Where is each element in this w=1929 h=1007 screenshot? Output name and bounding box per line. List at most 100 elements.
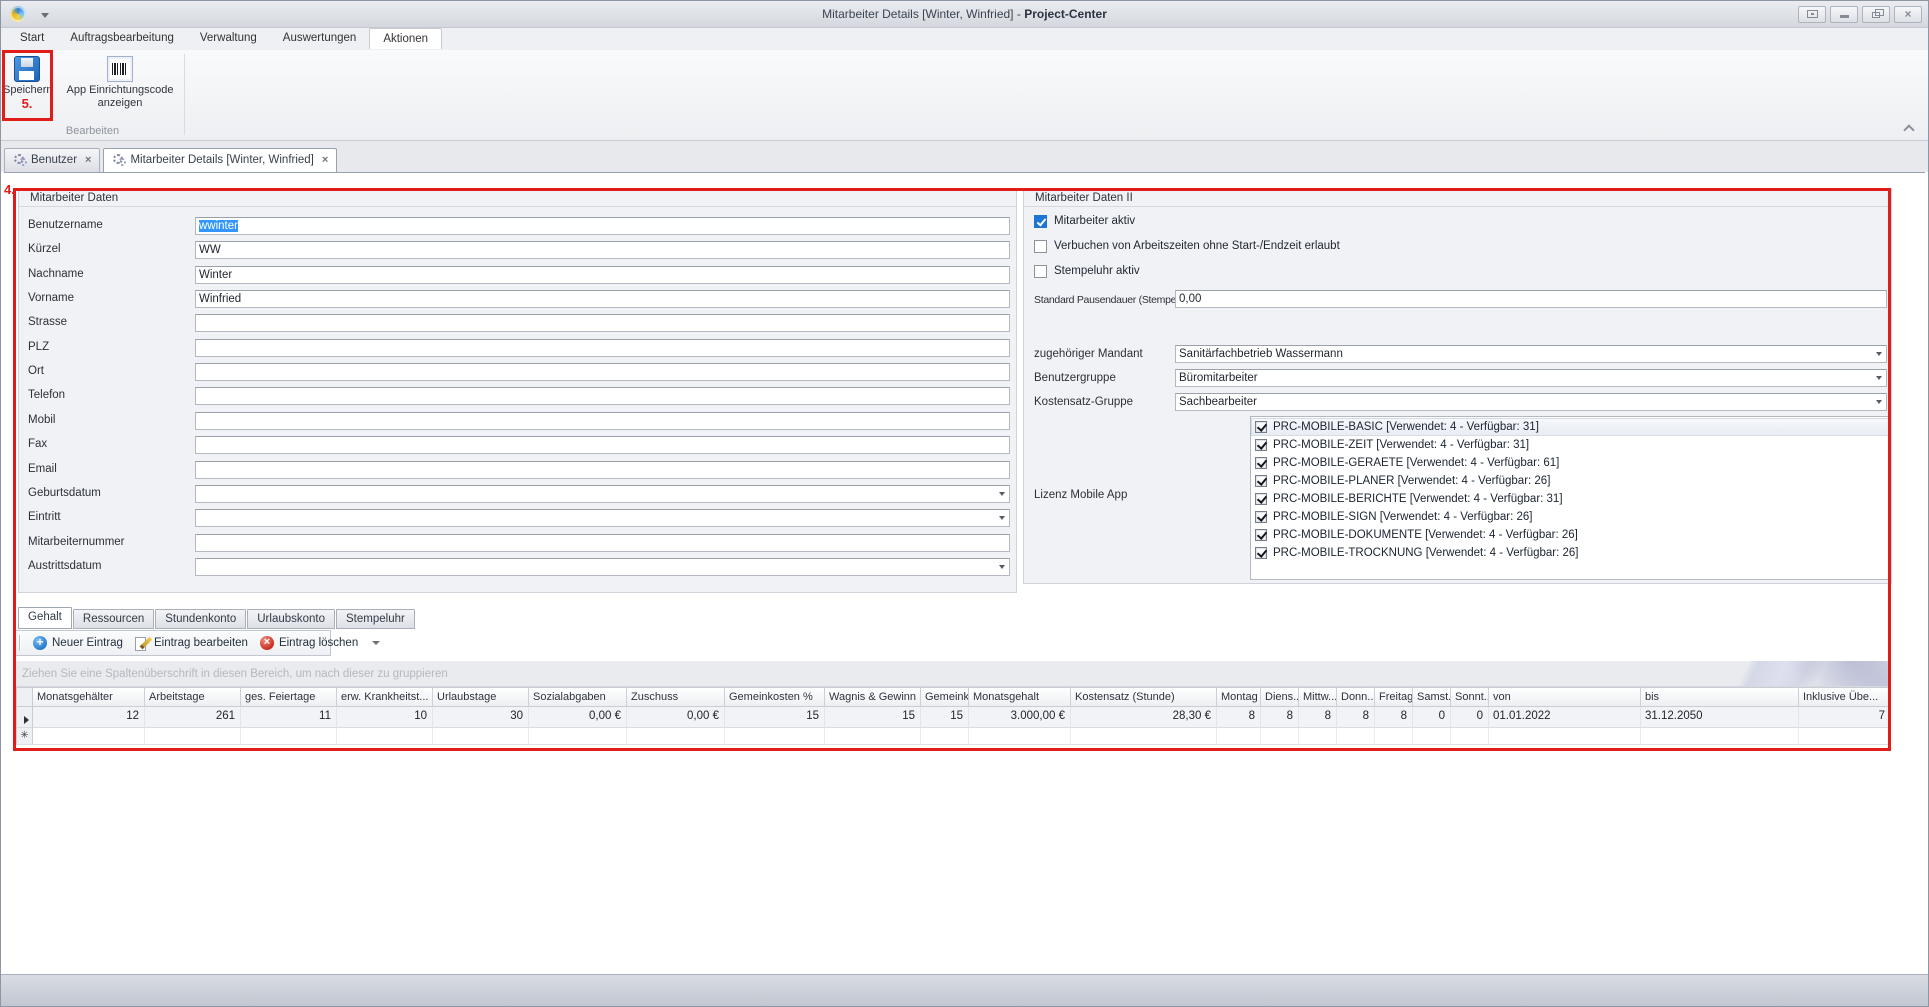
license-item[interactable]: PRC-MOBILE-SIGN [Verwendet: 4 - Verfügba… xyxy=(1251,508,1890,526)
tab-stempeluhr[interactable]: Stempeluhr xyxy=(336,609,415,629)
append-cell[interactable] xyxy=(1413,728,1451,745)
tab-gehalt[interactable]: Gehalt xyxy=(18,607,72,629)
checkbox-stempeluhr-aktiv[interactable] xyxy=(1034,265,1047,278)
cell-diens[interactable]: 8 xyxy=(1261,707,1299,728)
append-cell[interactable] xyxy=(1217,728,1261,745)
tab-stundenkonto[interactable]: Stundenkonto xyxy=(155,609,246,629)
column-header-wagnis-gewinn[interactable]: Wagnis & Gewinn xyxy=(825,687,921,707)
cell-mittw[interactable]: 8 xyxy=(1299,707,1337,728)
checkbox-mitarbeiter-aktiv[interactable] xyxy=(1034,215,1047,228)
append-cell[interactable] xyxy=(1641,728,1799,745)
dropdown-arrow-icon[interactable] xyxy=(999,492,1005,496)
doc-tab-mitarbeiter-details-winter-winfried[interactable]: Mitarbeiter Details [Winter, Winfried]× xyxy=(103,148,337,172)
license-item[interactable]: PRC-MOBILE-ZEIT [Verwendet: 4 - Verfügba… xyxy=(1251,436,1890,454)
ribbon-tab-auswertungen[interactable]: Auswertungen xyxy=(270,28,370,49)
column-header-urlaubstage[interactable]: Urlaubstage xyxy=(433,687,529,707)
cell-gemeinkos[interactable]: 15 xyxy=(921,707,969,728)
column-header-von[interactable]: von xyxy=(1489,687,1641,707)
append-cell[interactable] xyxy=(969,728,1071,745)
column-header-gemeinkosten[interactable]: Gemeinkosten % xyxy=(725,687,825,707)
checkbox-row-mitarbeiter-aktiv[interactable]: Mitarbeiter aktiv xyxy=(1034,213,1135,229)
column-header-ges-feiertage[interactable]: ges. Feiertage xyxy=(241,687,337,707)
column-header-erw-krankheitst[interactable]: erw. Krankheitst... xyxy=(337,687,433,707)
append-cell[interactable] xyxy=(1375,728,1413,745)
ribbon-tab-aktionen[interactable]: Aktionen xyxy=(369,28,442,49)
append-row-indicator[interactable]: ✳ xyxy=(17,728,33,745)
append-cell[interactable] xyxy=(337,728,433,745)
license-item[interactable]: PRC-MOBILE-BERICHTE [Verwendet: 4 - Verf… xyxy=(1251,490,1890,508)
pause-duration-field[interactable]: 0,00 xyxy=(1175,290,1887,308)
ribbon-tab-start[interactable]: Start xyxy=(7,28,57,49)
column-header-arbeitstage[interactable]: Arbeitstage xyxy=(145,687,241,707)
cell-freitag[interactable]: 8 xyxy=(1375,707,1413,728)
license-item[interactable]: PRC-MOBILE-GERAETE [Verwendet: 4 - Verfü… xyxy=(1251,454,1890,472)
checkbox-checked-icon[interactable] xyxy=(1255,529,1267,541)
app-setup-code-button[interactable]: App Einrichtungscode anzeigen xyxy=(57,53,183,110)
append-cell[interactable] xyxy=(725,728,825,745)
cell-samst[interactable]: 0 xyxy=(1413,707,1451,728)
column-header-donn[interactable]: Donn... xyxy=(1337,687,1375,707)
cell-ges-feiertage[interactable]: 11 xyxy=(241,707,337,728)
append-cell[interactable] xyxy=(1489,728,1641,745)
field-input-benutzername[interactable]: wwinter xyxy=(195,217,1010,235)
column-header-monatsgeh-lter[interactable]: Monatsgehälter xyxy=(33,687,145,707)
column-header-sonnt[interactable]: Sonnt... xyxy=(1451,687,1489,707)
cell-zuschuss[interactable]: 0,00 € xyxy=(627,707,725,728)
license-item[interactable]: PRC-MOBILE-DOKUMENTE [Verwendet: 4 - Ver… xyxy=(1251,526,1890,544)
field-input-nachname[interactable]: Winter xyxy=(195,266,1010,284)
cell-sonnt[interactable]: 0 xyxy=(1451,707,1489,728)
checkbox-checked-icon[interactable] xyxy=(1255,475,1267,487)
append-cell[interactable] xyxy=(1299,728,1337,745)
close-tab-icon[interactable]: × xyxy=(85,149,91,172)
checkbox-checked-icon[interactable] xyxy=(1255,493,1267,505)
minimize-button[interactable] xyxy=(1830,6,1858,23)
checkbox-checked-icon[interactable] xyxy=(1255,439,1267,451)
cell-sozialabgaben[interactable]: 0,00 € xyxy=(529,707,627,728)
group-by-panel[interactable]: Ziehen Sie eine Spaltenüberschrift in di… xyxy=(16,661,1891,687)
cell-monatsgeh-lter[interactable]: 12 xyxy=(33,707,145,728)
column-header-samst[interactable]: Samst... xyxy=(1413,687,1451,707)
append-cell[interactable] xyxy=(33,728,145,745)
license-item[interactable]: PRC-MOBILE-BASIC [Verwendet: 4 - Verfügb… xyxy=(1251,418,1890,436)
fullscreen-button[interactable] xyxy=(1798,6,1826,23)
field-input-plz[interactable] xyxy=(195,339,1010,357)
checkbox-row-stempeluhr-aktiv[interactable]: Stempeluhr aktiv xyxy=(1034,263,1140,279)
field-input-fax[interactable] xyxy=(195,436,1010,454)
checkbox-checked-icon[interactable] xyxy=(1255,511,1267,523)
checkbox-verbuchen-von-arbeitszeiten-ohne-start-endzeit-erlaubt[interactable] xyxy=(1034,240,1047,253)
append-cell[interactable] xyxy=(1799,728,1891,745)
field-input-mobil[interactable] xyxy=(195,412,1010,430)
checkbox-checked-icon[interactable] xyxy=(1255,457,1267,469)
column-header-monatsgehalt[interactable]: Monatsgehalt xyxy=(969,687,1071,707)
append-cell[interactable] xyxy=(825,728,921,745)
column-header-kostensatz-stunde[interactable]: Kostensatz (Stunde) xyxy=(1071,687,1217,707)
column-header-bis[interactable]: bis xyxy=(1641,687,1799,707)
append-cell[interactable] xyxy=(529,728,627,745)
dropdown-arrow-icon[interactable] xyxy=(1876,352,1882,356)
tab-ressourcen[interactable]: Ressourcen xyxy=(73,609,154,629)
cell-kostensatz-stunde[interactable]: 28,30 € xyxy=(1071,707,1217,728)
column-header-freitag[interactable]: Freitag xyxy=(1375,687,1413,707)
toolbar-dropdown-button[interactable] xyxy=(372,633,380,653)
neuer-eintrag-button[interactable]: Neuer Eintrag xyxy=(27,632,129,654)
table-row[interactable]: 122611110300,00 €0,00 €1515153.000,00 €2… xyxy=(17,707,1891,728)
eintrag-l-schen-button[interactable]: Eintrag löschen xyxy=(254,632,364,654)
dropdown-arrow-icon[interactable] xyxy=(1876,400,1882,404)
cell-monatsgehalt[interactable]: 3.000,00 € xyxy=(969,707,1071,728)
cell-urlaubstage[interactable]: 30 xyxy=(433,707,529,728)
column-header-sozialabgaben[interactable]: Sozialabgaben xyxy=(529,687,627,707)
dropdown-arrow-icon[interactable] xyxy=(999,516,1005,520)
append-cell[interactable] xyxy=(241,728,337,745)
ribbon-tab-auftragsbearbeitung[interactable]: Auftragsbearbeitung xyxy=(57,28,187,49)
append-cell[interactable] xyxy=(921,728,969,745)
append-cell[interactable] xyxy=(1337,728,1375,745)
field-input-ort[interactable] xyxy=(195,363,1010,381)
field-input-email[interactable] xyxy=(195,461,1010,479)
cell-bis[interactable]: 31.12.2050 xyxy=(1641,707,1799,728)
cell-erw-krankheitst[interactable]: 10 xyxy=(337,707,433,728)
cell-donn[interactable]: 8 xyxy=(1337,707,1375,728)
field-input-telefon[interactable] xyxy=(195,387,1010,405)
close-tab-icon[interactable]: × xyxy=(322,149,328,172)
column-header-diens[interactable]: Diens... xyxy=(1261,687,1299,707)
license-item[interactable]: PRC-MOBILE-PLANER [Verwendet: 4 - Verfüg… xyxy=(1251,472,1890,490)
